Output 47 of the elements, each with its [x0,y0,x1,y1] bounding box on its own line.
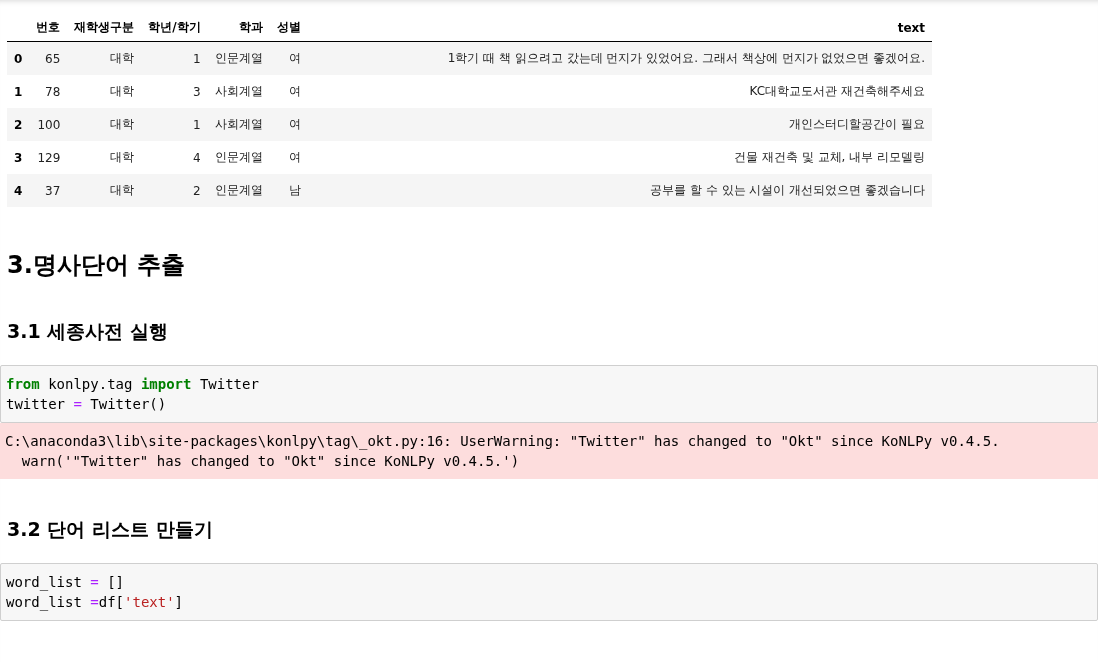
table-cell: 대학 [67,141,142,174]
table-cell: 대학 [67,174,142,207]
table-cell: 대학 [67,108,142,141]
table-cell: 공부를 할 수 있는 시설이 개선되었으면 좋겠습니다 [307,174,932,207]
row-index: 4 [7,174,30,207]
subsection-heading: 3.1 세종사전 실행 [7,319,169,344]
table-cell: 인문계열 [207,174,270,207]
table-cell: 여 [269,75,308,108]
table-cell: 대학 [67,75,142,108]
column-header: 번호 [29,14,68,42]
table-cell: 인문계열 [207,41,270,75]
table-cell: KC대학교도서관 재건축해주세요 [307,75,932,108]
table-cell: 4 [141,141,208,174]
table-cell: 건물 재건축 및 교체, 내부 리모델링 [307,141,932,174]
row-index: 2 [7,108,30,141]
table-cell: 인문계열 [207,141,270,174]
table-cell: 65 [29,41,68,75]
table-cell: 여 [269,41,308,75]
table-cell: 대학 [67,41,142,75]
table-cell: 사회계열 [207,108,270,141]
code-cell[interactable]: from konlpy.tag import Twitter twitter = Twitter() [0,365,1098,423]
table-cell: 1학기 때 책 읽으려고 갔는데 먼지가 있었어요. 그래서 책상에 먼지가 없었으면 좋겠어요. [307,41,932,75]
table-cell: 100 [29,108,68,141]
table-cell: 개인스터디할공간이 필요 [307,108,932,141]
column-header: 학과 [207,14,270,42]
table-cell: 2 [141,174,208,207]
column-header: text [307,14,932,42]
warning-output: C:\anaconda3\lib\site-packages\konlpy\tag\_okt.py:16: UserWarning: "Twitter" has changed to "Okt" since KoNLPy v0.4.5. warn('"Twitter" has changed to "Okt" since KoNLPy v0.4.5.') [0,423,1098,479]
row-index: 3 [7,141,30,174]
table-cell: 1 [141,41,208,75]
code-cell[interactable]: word_list = [] word_list =df['text'] [0,563,1098,621]
table-cell: 여 [269,108,308,141]
table-cell: 78 [29,75,68,108]
table-cell: 1 [141,108,208,141]
row-index: 0 [7,41,30,75]
column-header: 재학생구분 [67,14,142,42]
subsection-heading: 3.2 단어 리스트 만들기 [7,517,214,542]
table-cell: 사회계열 [207,75,270,108]
row-index: 1 [7,75,30,108]
column-header: 성별 [269,14,308,42]
section-heading: 3.명사단어 추출 [7,250,187,281]
table-cell: 37 [29,174,68,207]
table-cell: 남 [269,174,308,207]
table-cell: 129 [29,141,68,174]
table-cell: 여 [269,141,308,174]
column-header: 학년/학기 [141,14,208,42]
table-cell: 3 [141,75,208,108]
